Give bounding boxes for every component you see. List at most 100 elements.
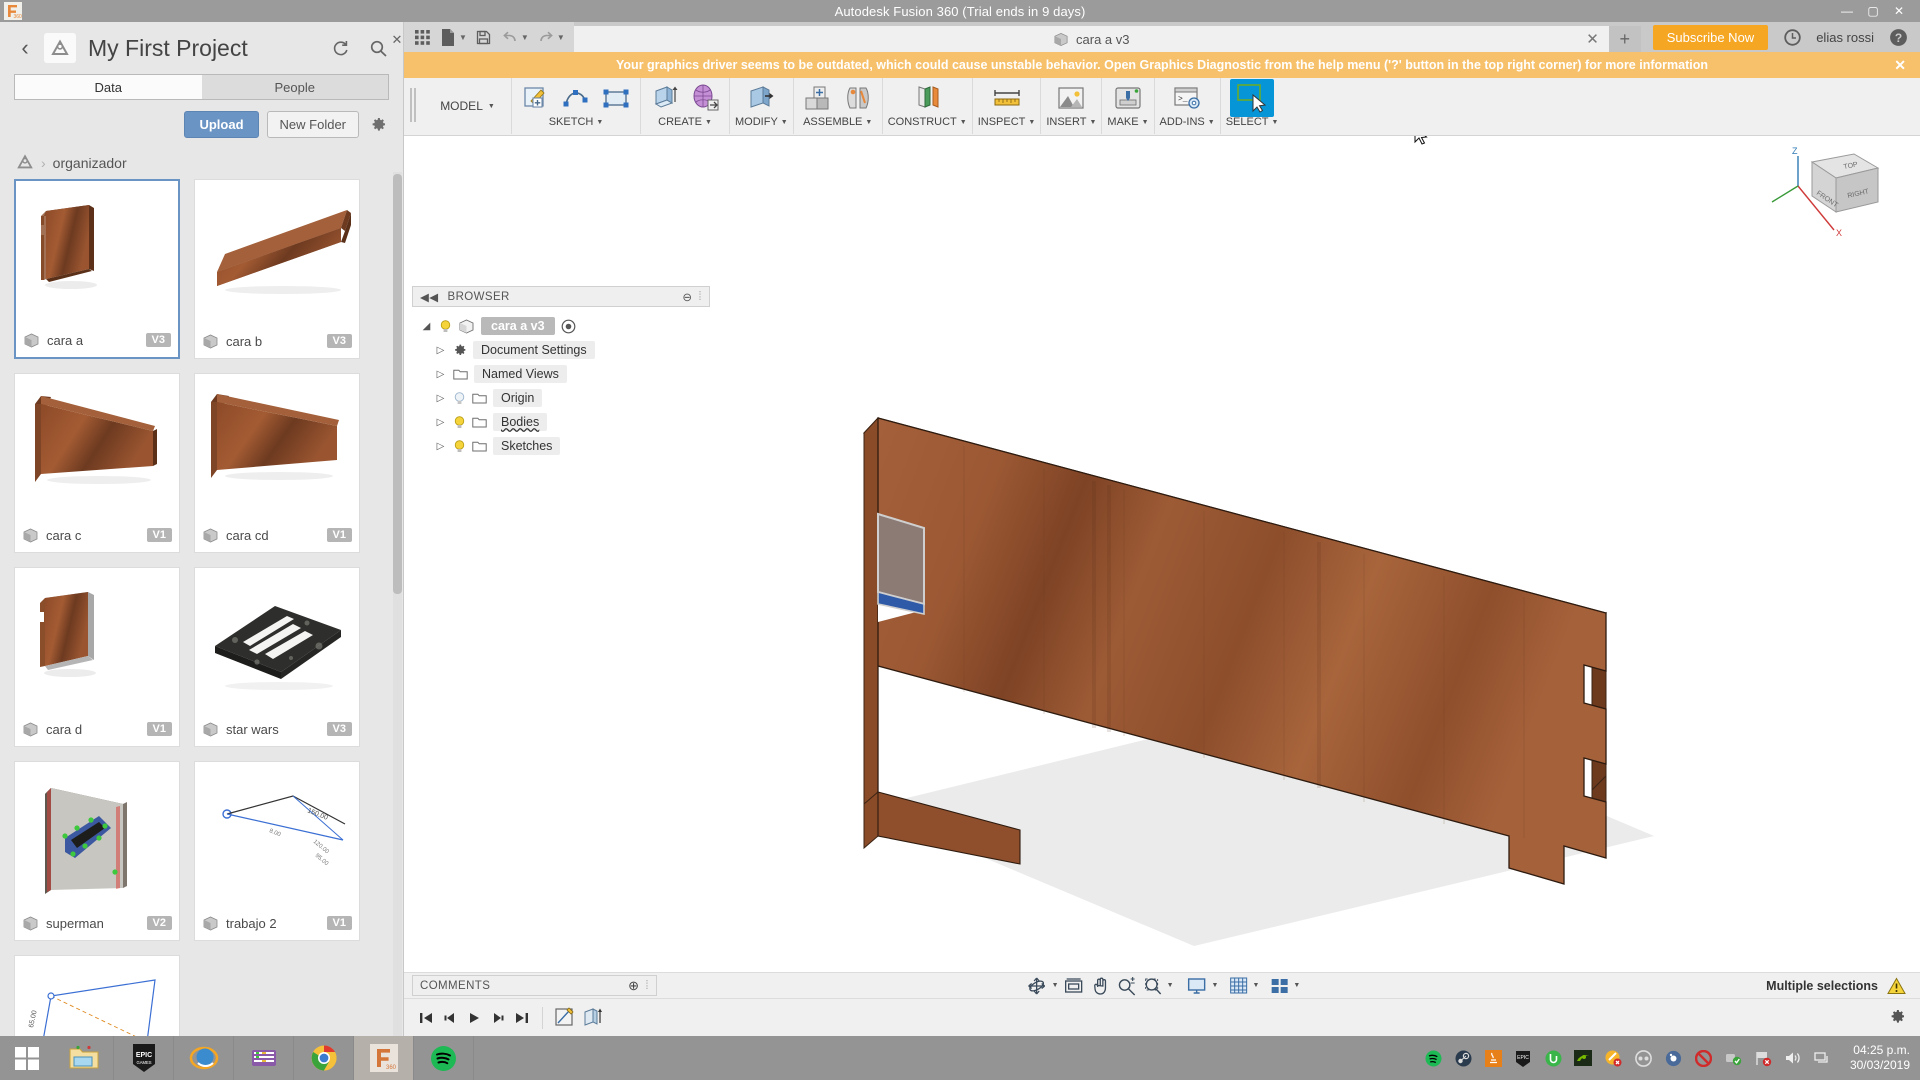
expand-arrow-icon[interactable]: ▷: [434, 417, 447, 428]
viewports-icon[interactable]: [1267, 974, 1291, 998]
list-item[interactable]: cara c V1: [14, 373, 180, 553]
viewport-canvas[interactable]: ◀◀ BROWSER ⊖ ⁞ ◢ cara a v3 ▷ Document Se…: [404, 136, 1920, 976]
list-item[interactable]: star wars V3: [194, 567, 360, 747]
volume-tray-icon[interactable]: [1784, 1049, 1803, 1068]
gear-icon[interactable]: [367, 114, 389, 136]
ribbon-label-insert[interactable]: INSERT ▼: [1046, 116, 1096, 128]
timeline-prev-icon[interactable]: [438, 1006, 462, 1030]
windows-start-icon[interactable]: [0, 1036, 54, 1080]
light-bulb-icon[interactable]: [439, 319, 452, 334]
display-settings-icon[interactable]: [1184, 974, 1210, 998]
teamviewer-tray-icon[interactable]: [1634, 1049, 1653, 1068]
model-3d-view[interactable]: [404, 136, 1920, 976]
timeline-end-icon[interactable]: [510, 1006, 534, 1030]
expand-arrow-icon[interactable]: ◢: [420, 321, 433, 332]
chevron-down-icon[interactable]: ▼: [1167, 982, 1174, 989]
epic-tray-icon[interactable]: EPIC: [1514, 1049, 1533, 1068]
new-folder-button[interactable]: New Folder: [266, 111, 359, 138]
ribbon-label-modify[interactable]: MODIFY ▼: [735, 116, 788, 128]
back-button[interactable]: ‹: [14, 35, 36, 61]
rectangle-icon[interactable]: [597, 80, 635, 116]
light-bulb-icon[interactable]: [453, 415, 466, 430]
workspace-selector[interactable]: MODEL ▼: [424, 78, 512, 134]
chevron-down-icon[interactable]: ▼: [1252, 982, 1259, 989]
list-item[interactable]: cara d V1: [14, 567, 180, 747]
fusion-360-icon[interactable]: 360: [354, 1036, 414, 1080]
tree-node-document-settings[interactable]: ▷ Document Settings: [412, 338, 710, 362]
spotify-icon[interactable]: [414, 1036, 474, 1080]
document-tab[interactable]: cara a v3 ✕: [573, 26, 1609, 52]
new-tab-button[interactable]: +: [1608, 26, 1641, 52]
user-name[interactable]: elias rossi: [1816, 30, 1874, 45]
ccleaner-tray-icon[interactable]: [1604, 1049, 1623, 1068]
tree-node-bodies[interactable]: ▷ Bodies: [412, 410, 710, 434]
zoom-icon[interactable]: [1115, 974, 1139, 998]
select-window-icon[interactable]: [1230, 79, 1275, 117]
grip-icon[interactable]: ⁞: [698, 291, 702, 303]
visibility-toggle-icon[interactable]: [561, 319, 576, 334]
timeline-play-icon[interactable]: [462, 1006, 486, 1030]
groove-tray-icon[interactable]: [1664, 1049, 1683, 1068]
undo-icon[interactable]: [498, 25, 522, 49]
expand-arrow-icon[interactable]: ▷: [434, 441, 447, 452]
ribbon-label-select[interactable]: SELECT ▼: [1226, 116, 1279, 128]
ribbon-label-assemble[interactable]: ASSEMBLE ▼: [803, 116, 872, 128]
ribbon-label-make[interactable]: MAKE ▼: [1107, 116, 1148, 128]
java-tray-icon[interactable]: [1484, 1049, 1503, 1068]
ribbon-label-construct[interactable]: CONSTRUCT ▼: [888, 116, 967, 128]
nvidia-tray-icon[interactable]: [1574, 1049, 1593, 1068]
measure-icon[interactable]: [988, 80, 1026, 116]
ribbon-label-create[interactable]: CREATE ▼: [658, 116, 712, 128]
search-icon[interactable]: [367, 37, 389, 59]
usb-tray-icon[interactable]: [1724, 1049, 1743, 1068]
chevron-down-icon[interactable]: ▼: [1052, 982, 1059, 989]
save-icon[interactable]: [472, 25, 496, 49]
utorrent-tray-icon[interactable]: [1544, 1049, 1563, 1068]
breadcrumb-current[interactable]: organizador: [53, 155, 127, 171]
collapse-left-icon[interactable]: ◀◀: [420, 290, 439, 304]
look-at-icon[interactable]: [1061, 974, 1087, 998]
chevron-down-icon[interactable]: ▼: [557, 33, 565, 42]
upload-button[interactable]: Upload: [184, 111, 259, 138]
data-panel-scrollbar-thumb[interactable]: [393, 174, 402, 594]
extrude-feature-icon[interactable]: [579, 1003, 607, 1033]
close-button[interactable]: ✕: [1892, 4, 1906, 18]
warning-triangle-icon[interactable]: [1887, 976, 1906, 995]
tree-node-origin[interactable]: ▷ Origin: [412, 386, 710, 410]
minimize-icon[interactable]: ⊖: [682, 290, 692, 304]
file-explorer-icon[interactable]: [54, 1036, 114, 1080]
expand-arrow-icon[interactable]: ▷: [434, 369, 447, 380]
list-item[interactable]: cara b V3: [194, 179, 360, 359]
grip-icon[interactable]: [410, 83, 420, 127]
app-grid-icon[interactable]: [410, 25, 434, 49]
ribbon-label-inspect[interactable]: INSPECT ▼: [978, 116, 1036, 128]
taskbar-clock[interactable]: 04:25 p.m. 30/03/2019: [1844, 1043, 1910, 1073]
list-item[interactable]: 65.00: [14, 955, 180, 1036]
google-chrome-icon[interactable]: [294, 1036, 354, 1080]
comments-panel[interactable]: COMMENTS ⊕ ⁞: [412, 975, 657, 996]
chevron-down-icon[interactable]: ▼: [1212, 982, 1219, 989]
minimize-button[interactable]: —: [1840, 4, 1854, 18]
timeline-begin-icon[interactable]: [414, 1006, 438, 1030]
internet-explorer-icon[interactable]: [174, 1036, 234, 1080]
press-pull-icon[interactable]: [742, 80, 780, 116]
network-tray-icon[interactable]: [1814, 1049, 1833, 1068]
list-item[interactable]: superman V2: [14, 761, 180, 941]
redo-icon[interactable]: [534, 25, 558, 49]
light-bulb-icon[interactable]: [453, 439, 466, 454]
subscribe-button[interactable]: Subscribe Now: [1652, 24, 1769, 50]
pan-icon[interactable]: [1089, 974, 1113, 998]
chevron-down-icon[interactable]: ▼: [521, 33, 529, 42]
light-bulb-icon[interactable]: [453, 391, 466, 406]
sculpt-form-icon[interactable]: [686, 80, 724, 116]
chevron-down-icon[interactable]: ▼: [1293, 982, 1300, 989]
chevron-down-icon[interactable]: ▼: [459, 33, 467, 42]
timeline-next-icon[interactable]: [486, 1006, 510, 1030]
winrar-icon[interactable]: [234, 1036, 294, 1080]
epic-games-icon[interactable]: EPIC GAMES: [114, 1036, 174, 1080]
grip-icon[interactable]: ⁞: [645, 980, 649, 992]
ribbon-label-sketch[interactable]: SKETCH ▼: [549, 116, 604, 128]
new-file-icon[interactable]: [436, 25, 460, 49]
add-comment-icon[interactable]: ⊕: [628, 978, 639, 994]
clock-icon[interactable]: [1782, 27, 1802, 47]
